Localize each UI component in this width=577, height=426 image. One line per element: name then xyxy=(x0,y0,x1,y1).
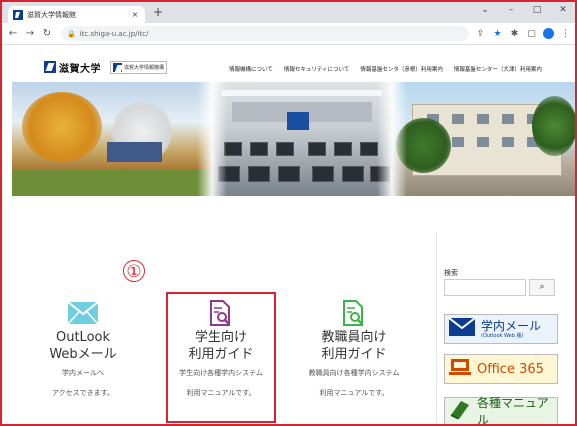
document-search-icon xyxy=(299,296,409,330)
card-title: 教職員向け xyxy=(321,330,387,345)
site-header: 滋賀大学 滋賀大学情報機構 情報機構について 情報セキュリティについて 情報基盤… xyxy=(2,45,575,85)
nav-otsu[interactable]: 情報基盤センター（大津）利用案内 xyxy=(454,65,542,73)
search-input[interactable] xyxy=(444,279,526,296)
manuals-banner[interactable]: 各種マニュアル xyxy=(444,396,558,426)
tab-title: 滋賀大学情報館 xyxy=(27,10,76,19)
outlook-webmail-card[interactable]: OutLook Webメール 学内メールへ アクセスできます。 xyxy=(28,296,138,403)
new-tab-button[interactable]: + xyxy=(151,5,165,19)
site-favicon-icon xyxy=(13,9,23,20)
nav-about[interactable]: 情報機構について xyxy=(229,65,273,73)
card-description: アクセスできます。 xyxy=(52,389,114,397)
campus-autumn-photo xyxy=(12,82,212,196)
menu-icon[interactable]: ⋮ xyxy=(560,29,571,39)
reload-icon[interactable]: ↻ xyxy=(40,27,54,41)
card-title: Webメール xyxy=(49,347,117,362)
sidepanel-icon[interactable]: ▢ xyxy=(526,29,537,39)
university-mark-icon xyxy=(44,61,56,73)
address-bar[interactable]: 🔒 itc.shiga-u.ac.jp/itc/ xyxy=(61,26,469,41)
staff-guide-card[interactable]: 教職員向け 利用ガイド 教職員向け各種学内システム 利用マニュアルです。 xyxy=(299,296,409,403)
search-label: 検索 xyxy=(444,269,458,277)
screenshot-frame: 滋賀大学情報館 × + ⌄ – □ ✕ ← → ↻ 🔒 itc.shiga-u.… xyxy=(0,0,577,426)
window-close-icon[interactable]: ✕ xyxy=(557,5,569,15)
window-controls: ⌄ – □ ✕ xyxy=(479,3,569,17)
nav-hikone[interactable]: 情報基盤センタ（彦根）利用案内 xyxy=(360,65,443,73)
card-description: 利用マニュアルです。 xyxy=(319,389,389,397)
back-icon[interactable]: ← xyxy=(6,27,20,41)
card-description: 教職員向け各種学内システム xyxy=(308,369,400,377)
card-title: 利用ガイド xyxy=(321,347,387,362)
photo-divider xyxy=(197,82,227,196)
tab-search-icon[interactable]: ⌄ xyxy=(479,5,491,15)
lock-icon: 🔒 xyxy=(67,29,76,38)
global-nav: 情報機構について 情報セキュリティについて 情報基盤センタ（彦根）利用案内 情報… xyxy=(229,65,542,73)
banner-title: 学内メール xyxy=(481,318,542,333)
office365-banner[interactable]: Office 365 xyxy=(444,354,558,384)
forward-icon[interactable]: → xyxy=(23,27,37,41)
laptop-icon xyxy=(449,358,471,380)
card-title: OutLook xyxy=(55,330,111,345)
tab-close-icon[interactable]: × xyxy=(130,10,140,19)
extensions-icon[interactable]: ✱ xyxy=(509,29,520,39)
logo-text: 滋賀大学 xyxy=(59,63,101,75)
card-description: 学内メールへ xyxy=(62,369,104,377)
info-center-logo[interactable]: 滋賀大学情報機構 xyxy=(110,61,168,74)
annotation-marker: ① xyxy=(123,260,145,282)
hero-banner xyxy=(12,82,575,196)
share-icon[interactable]: ⇪ xyxy=(475,29,486,39)
bookmark-star-icon[interactable]: ★ xyxy=(492,29,503,39)
center-logo-text: 滋賀大学情報機構 xyxy=(124,65,165,71)
maximize-icon[interactable]: □ xyxy=(531,5,543,15)
banner-title: 各種マニュアル xyxy=(477,396,549,426)
campus-building-photo xyxy=(392,82,575,196)
mail-icon xyxy=(28,296,138,330)
browser-tab-bar: 滋賀大学情報館 × + ⌄ – □ ✕ xyxy=(2,2,575,23)
campus-mail-banner[interactable]: 学内メール (Outlook Web 版) xyxy=(444,314,558,344)
minimize-icon[interactable]: – xyxy=(505,5,517,15)
highlight-box xyxy=(166,292,276,423)
search-button[interactable]: ⌕ xyxy=(529,279,555,296)
mail-icon xyxy=(448,317,476,340)
banner-title: Office 365 xyxy=(477,361,544,377)
nav-security[interactable]: 情報セキュリティについて xyxy=(284,65,350,73)
browser-toolbar: ← → ↻ 🔒 itc.shiga-u.ac.jp/itc/ ⇪ ★ ✱ ▢ ⋮ xyxy=(2,23,575,45)
banner-subtitle: (Outlook Web 版) xyxy=(481,332,524,339)
url-text: itc.shiga-u.ac.jp/itc/ xyxy=(79,29,149,38)
computer-lab-photo xyxy=(212,82,392,196)
shiga-university-logo[interactable]: 滋賀大学 xyxy=(44,60,101,75)
center-mark-icon xyxy=(113,63,122,72)
profile-avatar[interactable] xyxy=(543,28,554,39)
browser-tab[interactable]: 滋賀大学情報館 × xyxy=(8,6,145,23)
book-icon xyxy=(449,399,471,423)
photo-divider xyxy=(377,82,407,196)
toolbar-icons: ⇪ ★ ✱ ▢ ⋮ xyxy=(475,28,571,39)
